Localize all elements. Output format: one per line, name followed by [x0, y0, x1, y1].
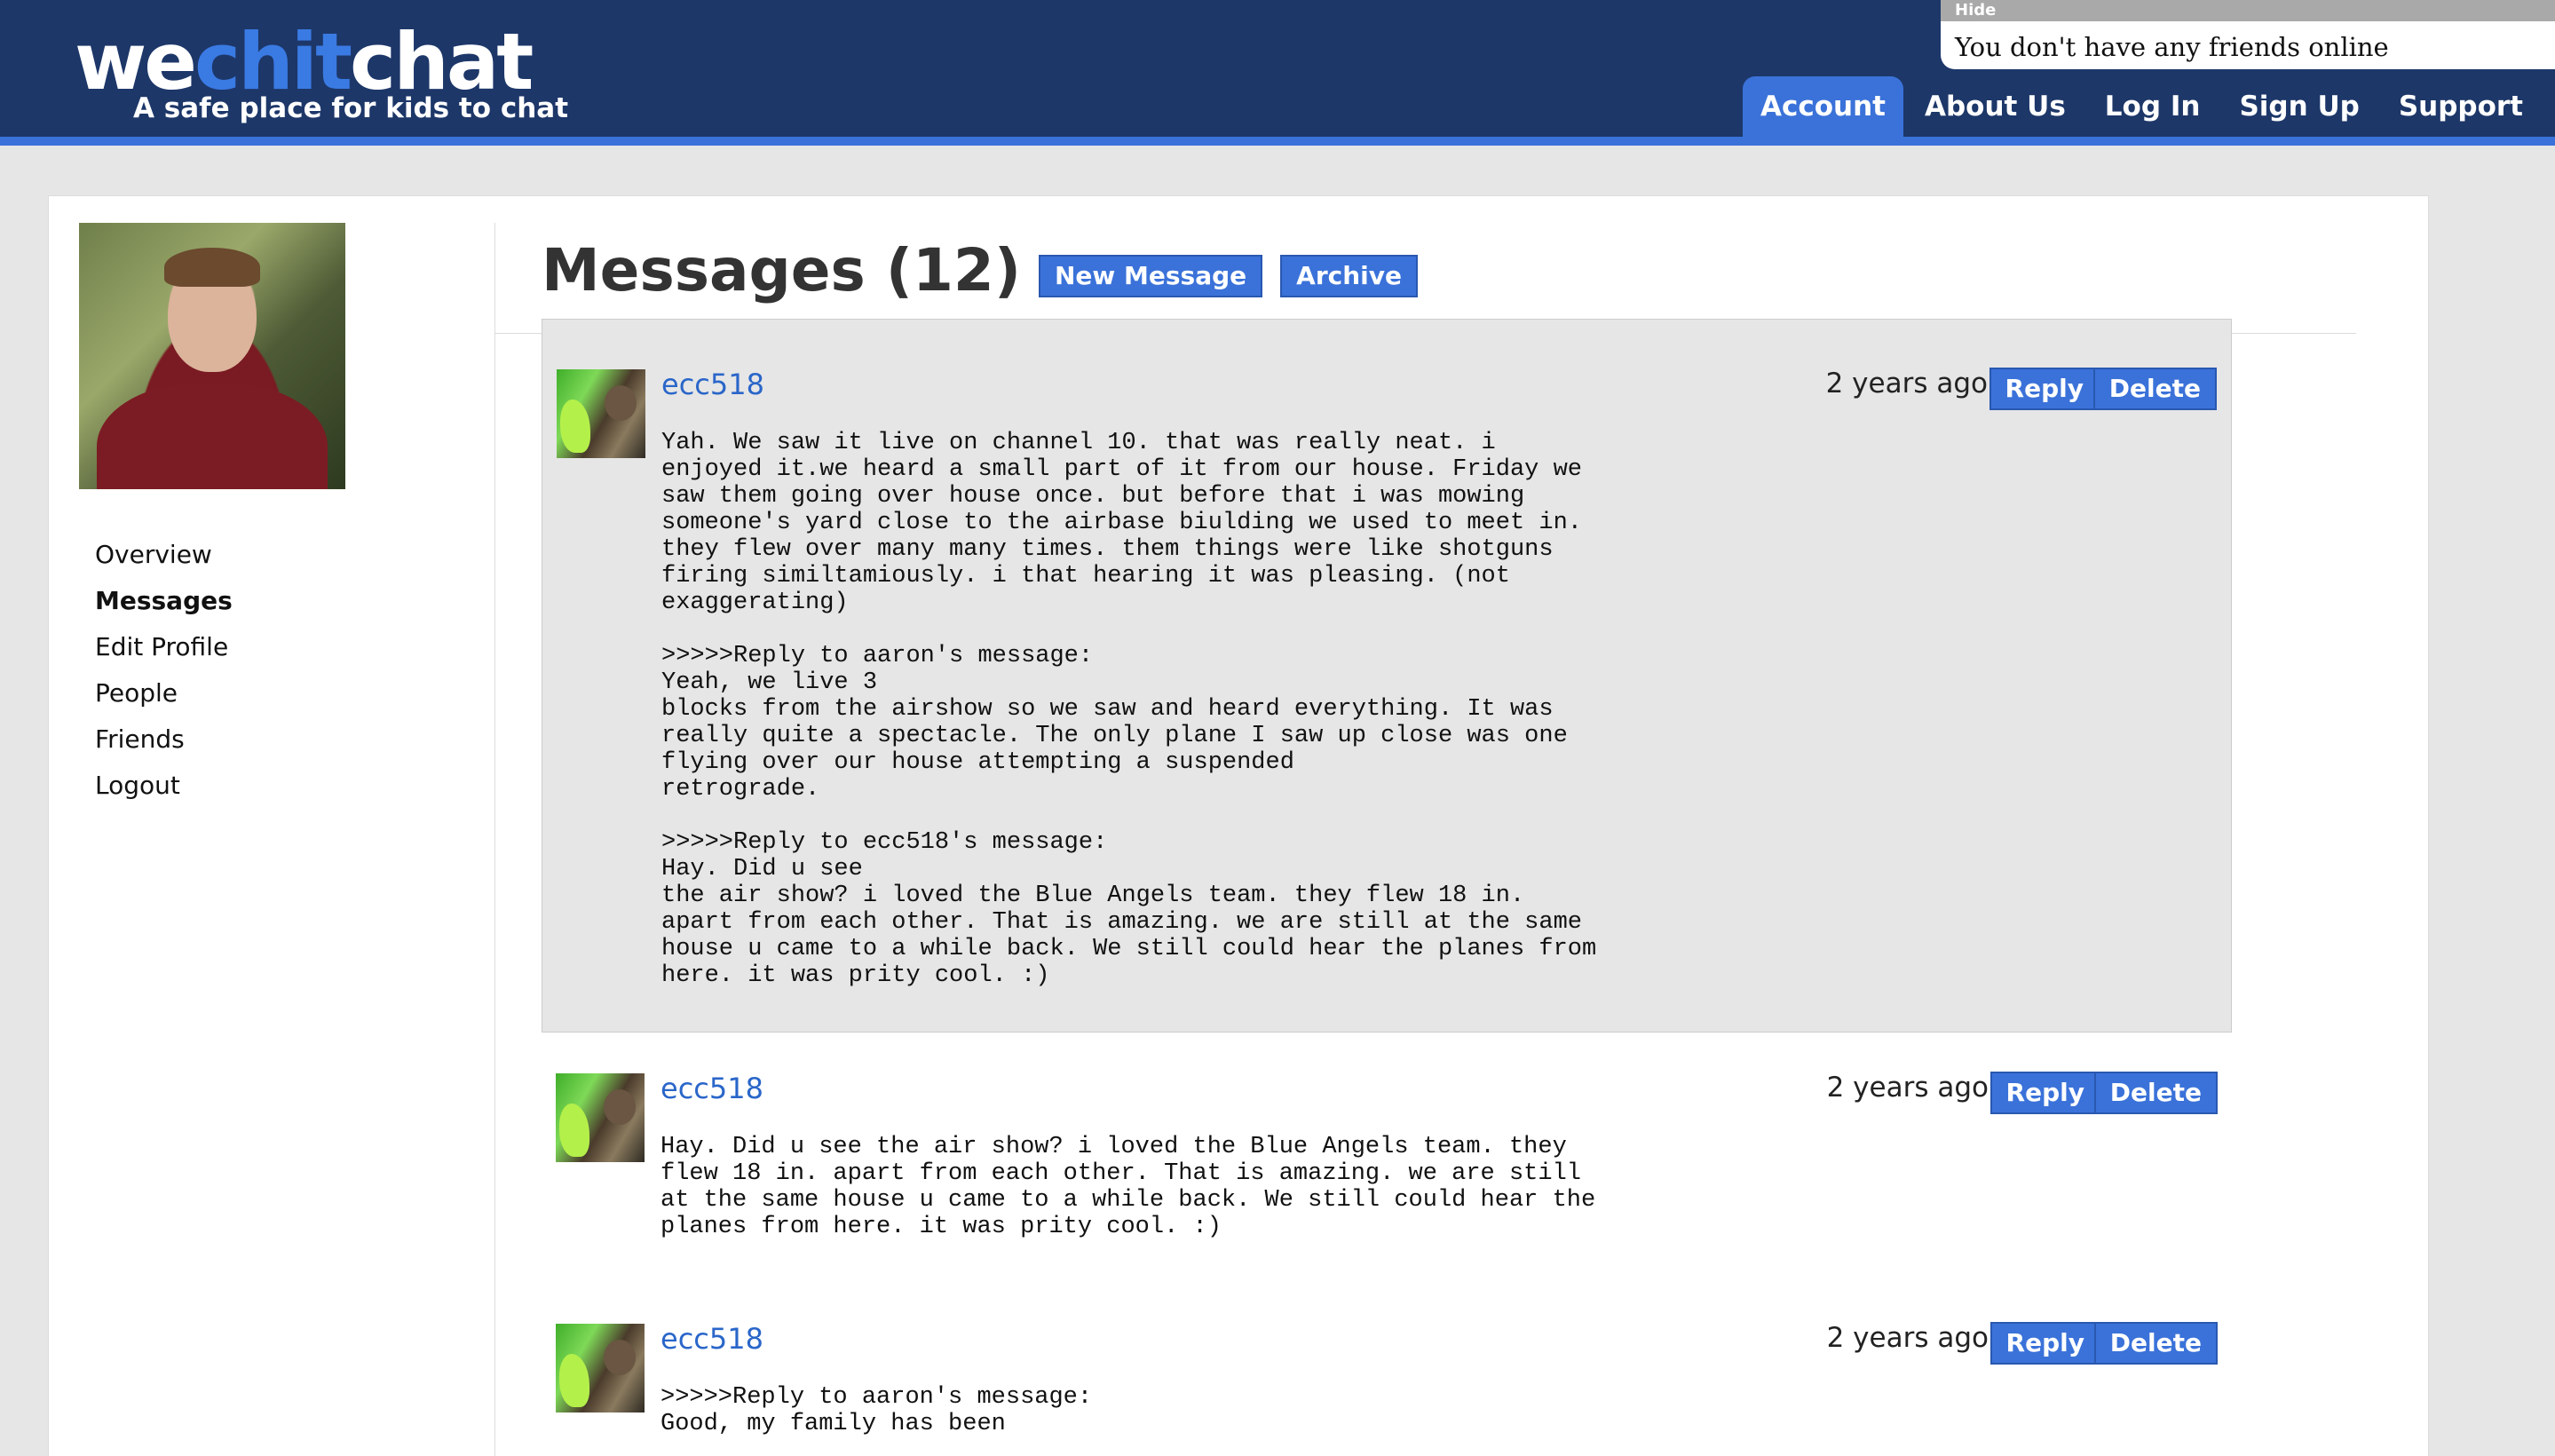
new-message-button[interactable]: New Message [1039, 255, 1263, 297]
sender-name-link[interactable]: ecc518 [661, 1072, 763, 1105]
nav-account[interactable]: Account [1743, 76, 1903, 137]
sender-avatar-head [605, 385, 637, 421]
profile-photo [79, 223, 345, 489]
content-panel: Overview Messages Edit Profile People Fr… [48, 195, 2429, 1456]
reply-button[interactable]: Reply [1989, 368, 2100, 410]
account-menu: Overview Messages Edit Profile People Fr… [79, 532, 461, 809]
site-tagline: A safe place for kids to chat [133, 92, 569, 124]
nav-support[interactable]: Support [2381, 76, 2541, 137]
sidebar-item-people[interactable]: People [95, 670, 461, 716]
sidebar-item-logout[interactable]: Logout [95, 763, 461, 809]
message-body: Yah. We saw it live on channel 10. that … [661, 430, 1597, 989]
message-item: ecc518 2 years ago Reply Delete Hay. Did… [542, 1024, 2232, 1272]
sender-name-link[interactable]: ecc518 [661, 1322, 763, 1356]
message-body: Hay. Did u see the air show? i loved the… [661, 1134, 1596, 1240]
header-accent-bar [0, 137, 2555, 146]
profile-photo-hair [164, 248, 260, 287]
archive-button[interactable]: Archive [1280, 255, 1419, 297]
page-title: Messages (12) [542, 236, 1021, 305]
hide-friends-button[interactable]: Hide [1941, 0, 2555, 21]
delete-button[interactable]: Delete [2093, 1322, 2218, 1365]
sidebar-item-messages[interactable]: Messages [95, 578, 461, 624]
sender-avatar[interactable] [556, 1324, 645, 1412]
sidebar-item-edit-profile[interactable]: Edit Profile [95, 624, 461, 670]
page: wechitchat A safe place for kids to chat… [0, 0, 2555, 1456]
sender-name-link[interactable]: ecc518 [661, 368, 764, 401]
friends-online-status: You don't have any friends online [1955, 32, 2389, 62]
sidebar-item-overview[interactable]: Overview [95, 532, 461, 578]
reply-button[interactable]: Reply [1989, 1322, 2100, 1365]
message-time: 2 years ago [1826, 1322, 1989, 1354]
message-body: >>>>>Reply to aaron's message: Good, my … [661, 1384, 1093, 1437]
sender-avatar-leaf [560, 400, 590, 453]
account-sidebar: Overview Messages Edit Profile People Fr… [79, 223, 461, 809]
nav-log-in[interactable]: Log In [2087, 76, 2219, 137]
sender-avatar-leaf [559, 1354, 589, 1407]
sidebar-divider [494, 223, 495, 1456]
top-nav: Account About Us Log In Sign Up Support [1739, 76, 2555, 137]
sidebar-item-friends[interactable]: Friends [95, 716, 461, 763]
sender-avatar-head [604, 1340, 636, 1375]
profile-photo-shirt [97, 383, 328, 489]
delete-button[interactable]: Delete [2093, 1072, 2218, 1114]
friends-online-popup: Hide You don't have any friends online [1941, 0, 2555, 69]
nav-about-us[interactable]: About Us [1907, 76, 2084, 137]
delete-button[interactable]: Delete [2092, 368, 2217, 410]
message-time: 2 years ago [1825, 368, 1988, 400]
site-header: wechitchat A safe place for kids to chat… [0, 0, 2555, 137]
sender-avatar[interactable] [557, 369, 645, 458]
sender-avatar-leaf [559, 1104, 589, 1157]
message-item: ecc518 2 years ago Reply Delete >>>>>Rep… [542, 1274, 2232, 1456]
reply-button[interactable]: Reply [1989, 1072, 2100, 1114]
sender-avatar-head [604, 1089, 636, 1125]
messages-title-row: Messages (12) New Message Archive [542, 235, 1419, 306]
sender-avatar[interactable] [556, 1073, 645, 1162]
message-item: ecc518 2 years ago Reply Delete Yah. We … [542, 319, 2232, 1033]
nav-sign-up[interactable]: Sign Up [2221, 76, 2377, 137]
message-time: 2 years ago [1826, 1072, 1989, 1104]
